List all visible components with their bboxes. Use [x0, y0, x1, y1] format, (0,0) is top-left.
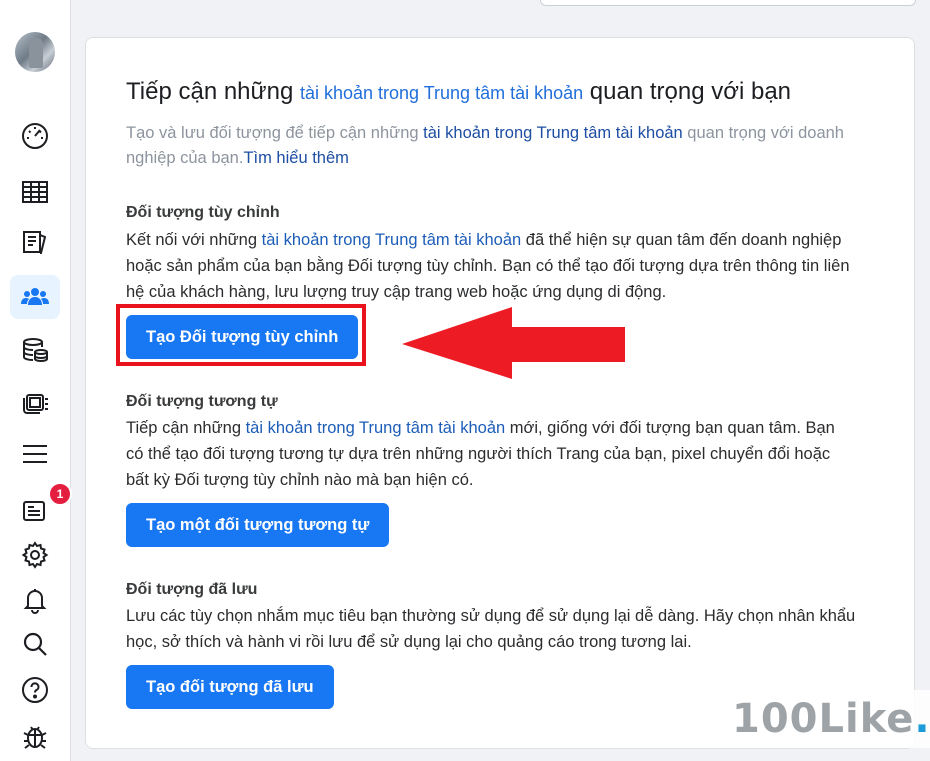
lookalike-audience-description: Tiếp cận những tài khoản trong Trung tâm…	[126, 415, 856, 493]
notes-icon	[23, 501, 45, 521]
custom-body-prefix: Kết nối với những	[126, 231, 262, 249]
learn-more-link[interactable]: Tìm hiểu thêm	[243, 149, 348, 167]
nav-catalog[interactable]	[10, 380, 60, 424]
notification-badge: 1	[48, 482, 72, 506]
nav-notes[interactable]: 1	[10, 482, 72, 532]
saved-audience-description: Lưu các tùy chọn nhắm mục tiêu bạn thườn…	[126, 607, 856, 651]
help-icon	[22, 677, 48, 703]
nav-audience[interactable]	[10, 275, 60, 319]
nav-gauge[interactable]	[10, 114, 60, 158]
menu-icon	[23, 445, 47, 463]
subtitle-accounts-link[interactable]: tài khoản trong Trung tâm tài khoản	[423, 124, 683, 142]
top-search-field[interactable]	[540, 0, 916, 6]
page-title: Tiếp cận những tài khoản trong Trung tâm…	[126, 78, 791, 106]
lookalike-audience-heading: Đối tượng tương tự	[126, 393, 278, 410]
catalog-icon	[23, 394, 48, 414]
nav-search[interactable]	[10, 622, 60, 666]
avatar[interactable]	[15, 32, 55, 72]
red-arrow-annotation	[402, 307, 625, 379]
page-description: Tạo và lưu đối tượng để tiếp cận những t…	[126, 121, 846, 171]
saved-audience-heading: Đối tượng đã lưu	[126, 581, 258, 598]
custom-accounts-link[interactable]: tài khoản trong Trung tâm tài khoản	[262, 231, 522, 249]
gauge-icon	[22, 123, 48, 149]
left-sidebar: 1	[0, 0, 72, 761]
bell-icon	[23, 589, 47, 614]
nav-menu[interactable]	[10, 432, 60, 476]
bug-icon	[23, 726, 47, 749]
nav-table[interactable]	[10, 170, 60, 214]
custom-audience-description: Kết nối với những tài khoản trong Trung …	[126, 227, 856, 305]
audience-icon	[21, 288, 49, 305]
nav-report-bug[interactable]	[10, 714, 60, 758]
lookalike-body-prefix: Tiếp cận những	[126, 419, 246, 437]
create-saved-audience-button[interactable]: Tạo đối tượng đã lưu	[126, 665, 334, 709]
pages-icon	[23, 231, 47, 254]
lookalike-accounts-link[interactable]: tài khoản trong Trung tâm tài khoản	[246, 419, 506, 437]
nav-pages[interactable]	[10, 220, 60, 264]
custom-audience-heading: Đối tượng tùy chỉnh	[126, 204, 280, 221]
search-icon	[23, 632, 47, 656]
watermark-logo: 100Like.	[720, 690, 930, 748]
audience-card: Tiếp cận những tài khoản trong Trung tâm…	[85, 37, 915, 749]
create-lookalike-audience-button[interactable]: Tạo một đối tượng tương tự	[126, 503, 390, 547]
nav-notifications[interactable]	[10, 578, 60, 622]
nav-help[interactable]	[10, 668, 60, 712]
title-prefix: Tiếp cận những	[126, 78, 300, 105]
title-accounts-link[interactable]: tài khoản trong Trung tâm tài khoản	[300, 83, 583, 103]
nav-settings[interactable]	[10, 533, 60, 577]
watermark-text: 100Like	[732, 696, 915, 742]
title-suffix: quan trọng với bạn	[583, 78, 792, 105]
nav-database[interactable]	[10, 328, 60, 372]
table-icon	[22, 181, 48, 203]
subtitle-prefix: Tạo và lưu đối tượng để tiếp cận những	[126, 124, 424, 142]
gear-icon	[21, 541, 49, 569]
database-icon	[23, 338, 48, 363]
highlight-box-annotation	[116, 304, 366, 366]
watermark-dot: .	[914, 696, 930, 742]
